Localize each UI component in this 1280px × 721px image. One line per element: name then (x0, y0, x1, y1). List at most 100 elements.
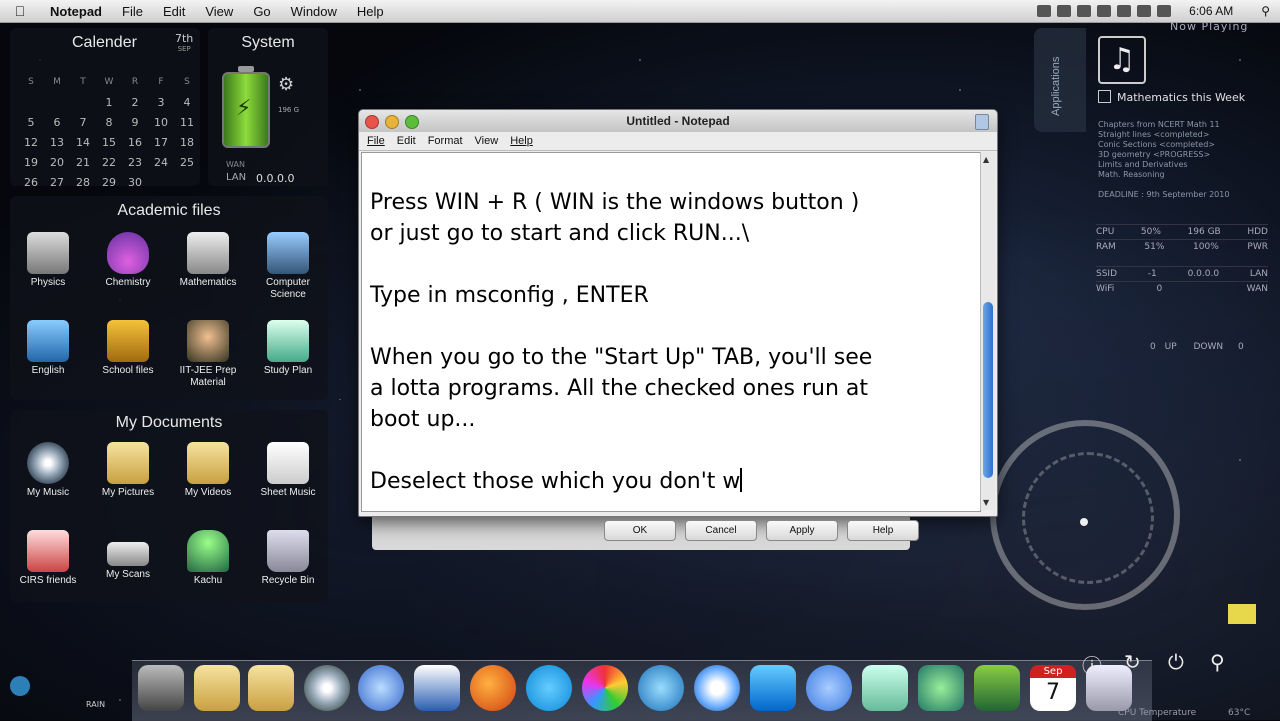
calendar-day[interactable]: 10 (148, 112, 174, 132)
calendar-day[interactable]: 15 (96, 132, 122, 152)
scroll-down-arrow-icon[interactable]: ▼ (983, 498, 989, 507)
desktop-item-study-plan[interactable]: Study Plan (250, 320, 326, 377)
folder-icon[interactable] (194, 665, 240, 711)
calendar-day[interactable]: 3 (148, 92, 174, 112)
notepad-menu-file[interactable]: File (367, 135, 385, 147)
wifi-icon[interactable] (1057, 5, 1072, 17)
menu-edit[interactable]: Edit (153, 4, 195, 19)
dvd-icon[interactable] (304, 665, 350, 711)
calendar-day[interactable]: 13 (44, 132, 70, 152)
music-note-icon[interactable]: ♫ (1098, 36, 1146, 84)
network-icon[interactable] (918, 665, 964, 711)
desktop-item-physics[interactable]: Physics (10, 232, 86, 289)
calendar-day[interactable]: 18 (174, 132, 200, 152)
calendar-day[interactable] (18, 92, 44, 112)
flag-icon[interactable] (1157, 5, 1172, 17)
zoom-button[interactable] (405, 115, 419, 129)
calendar-day[interactable]: 17 (148, 132, 174, 152)
desktop-item-my-pictures[interactable]: My Pictures (90, 442, 166, 499)
menu-window[interactable]: Window (281, 4, 347, 19)
flickr-icon[interactable] (806, 665, 852, 711)
calendar-day[interactable]: 7 (70, 112, 96, 132)
calendar-day[interactable]: 6 (44, 112, 70, 132)
menu-view[interactable]: View (195, 4, 243, 19)
menu-help[interactable]: Help (347, 4, 394, 19)
spotlight-search-icon[interactable]: ⚲ (1261, 4, 1270, 18)
key-icon[interactable]: ⚲ (1210, 650, 1225, 674)
ok-button[interactable]: OK (604, 520, 676, 541)
menu-app-name[interactable]: Notepad (40, 4, 112, 19)
calendar-day[interactable]: 24 (148, 152, 174, 172)
desktop-item-mathematics[interactable]: Mathematics (170, 232, 246, 289)
desktop-item-my-music[interactable]: My Music (10, 442, 86, 499)
notepad-menu-help[interactable]: Help (510, 135, 533, 147)
calendar-day[interactable]: 12 (18, 132, 44, 152)
calendar-day[interactable]: 19 (18, 152, 44, 172)
calendar-day[interactable]: 2 (122, 92, 148, 112)
calendar-day[interactable]: 25 (174, 152, 200, 172)
apple-menu-icon[interactable]:  (0, 3, 40, 19)
desktop-item-my-scans[interactable]: My Scans (90, 530, 166, 581)
notepad-titlebar[interactable]: Untitled - Notepad (359, 110, 997, 132)
calendar-day[interactable]: 28 (70, 172, 96, 192)
calendar-day[interactable]: 14 (70, 132, 96, 152)
calendar-day[interactable] (148, 172, 174, 192)
notepad-menu-edit[interactable]: Edit (397, 135, 416, 147)
notepad-menu-view[interactable]: View (475, 135, 499, 147)
calendar-day[interactable]: 29 (96, 172, 122, 192)
itunes-icon[interactable] (358, 665, 404, 711)
calendar-day[interactable]: 30 (122, 172, 148, 192)
power-icon[interactable]: ⏻ (1168, 650, 1184, 674)
teamviewer-icon[interactable] (750, 665, 796, 711)
desktop-item-school-files[interactable]: School files (90, 320, 166, 377)
calendar-day[interactable]: 8 (96, 112, 122, 132)
apply-button[interactable]: Apply (766, 520, 838, 541)
calendar-day[interactable]: 21 (70, 152, 96, 172)
calendar-day[interactable]: 16 (122, 132, 148, 152)
calendar-day[interactable] (44, 92, 70, 112)
eject-icon[interactable] (1037, 5, 1052, 17)
calendar-icon[interactable]: Sep 7 (1030, 665, 1076, 711)
desktop-item-english[interactable]: English (10, 320, 86, 377)
skype-icon[interactable] (526, 665, 572, 711)
firefox-icon[interactable] (470, 665, 516, 711)
notepad-menu-format[interactable]: Format (428, 135, 463, 147)
desktop-item-my-videos[interactable]: My Videos (170, 442, 246, 499)
calendar-day[interactable]: 23 (122, 152, 148, 172)
desktop-item-cirs-friends[interactable]: CIRS friends (10, 530, 86, 587)
notes-icon[interactable] (862, 665, 908, 711)
calendar-day[interactable]: 20 (44, 152, 70, 172)
applications-tab[interactable]: Applications (1034, 28, 1086, 132)
calendar-day[interactable]: 1 (96, 92, 122, 112)
desktop-item-computer-science[interactable]: Computer Science (250, 232, 326, 301)
scroll-up-arrow-icon[interactable]: ▲ (983, 155, 989, 164)
calendar-day[interactable]: 9 (122, 112, 148, 132)
desktop-item-iit-jee[interactable]: IIT-JEE Prep Material (170, 320, 246, 389)
close-button[interactable] (365, 115, 379, 129)
scroll-thumb[interactable] (983, 302, 993, 478)
folder-icon[interactable] (248, 665, 294, 711)
calendar-day[interactable]: 27 (44, 172, 70, 192)
toolbar-toggle-icon[interactable] (975, 114, 989, 130)
calendar-day[interactable]: 22 (96, 152, 122, 172)
desktop-item-kachu[interactable]: Kachu (170, 530, 246, 587)
desktop-item-recycle-bin[interactable]: Recycle Bin (250, 530, 326, 587)
shield-icon[interactable] (1137, 5, 1152, 17)
checkbox[interactable] (1098, 90, 1111, 103)
globe-icon[interactable] (10, 676, 30, 696)
desktop-item-sheet-music[interactable]: Sheet Music (250, 442, 326, 499)
minimize-button[interactable] (385, 115, 399, 129)
calendar-day[interactable]: 11 (174, 112, 200, 132)
safari-icon[interactable] (694, 665, 740, 711)
volume-icon[interactable] (1077, 5, 1092, 17)
finder-icon[interactable] (138, 665, 184, 711)
network-icon[interactable] (1117, 5, 1132, 17)
gear-icon[interactable]: ⚙ (278, 74, 294, 95)
desktop-item-chemistry[interactable]: Chemistry (90, 232, 166, 289)
help-button[interactable]: Help (847, 520, 919, 541)
battery-icon[interactable] (1097, 5, 1112, 17)
ie-icon[interactable] (638, 665, 684, 711)
calendar-day[interactable] (174, 172, 200, 192)
menu-go[interactable]: Go (243, 4, 280, 19)
window-icon[interactable] (1086, 665, 1132, 711)
